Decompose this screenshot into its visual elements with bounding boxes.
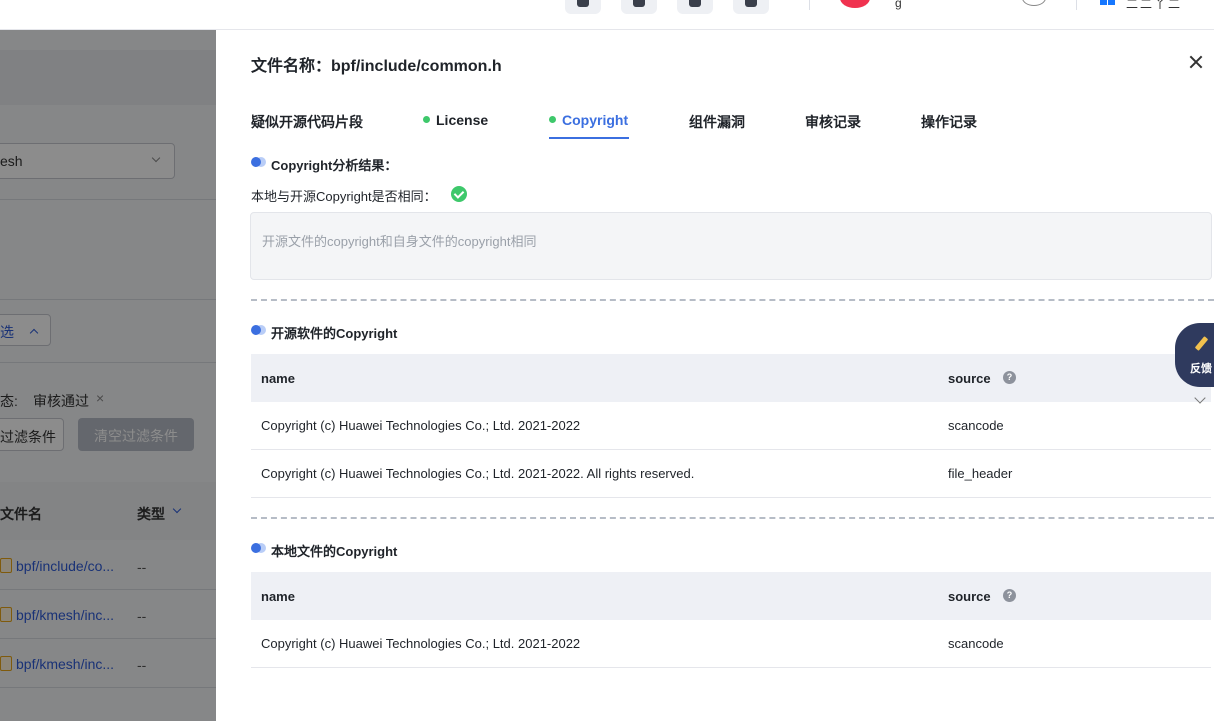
tab-review-records[interactable]: 审核记录 [805, 112, 861, 132]
help-icon [745, 0, 757, 7]
copyright-name: Copyright (c) Huawei Technologies Co.; L… [261, 466, 695, 481]
local-copyright-table: name source ? Copyright (c) Huawei Techn… [251, 572, 1211, 668]
dashed-divider [251, 517, 1214, 519]
close-icon[interactable] [1187, 53, 1205, 71]
tab-snippets[interactable]: 疑似开源代码片段 [251, 112, 363, 132]
windows-logo-icon [1100, 0, 1118, 6]
question-icon[interactable]: ? [1003, 371, 1016, 384]
copyright-name: Copyright (c) Huawei Technologies Co.; L… [261, 418, 581, 433]
feedback-button[interactable]: 反馈 [1175, 323, 1214, 387]
drawer-title: 文件名称：bpf/include/common.h [251, 58, 502, 75]
local-section-title: 本地文件的Copyright [271, 544, 398, 559]
analysis-section-title: Copyright分析结果： [271, 158, 398, 173]
feedback-label: 反馈 [1190, 363, 1212, 375]
file-detail-drawer: 文件名称：bpf/include/common.h 疑似开源代码片段 Licen… [216, 30, 1214, 721]
status-dot-icon [549, 116, 556, 123]
toolbar-icon-button[interactable] [733, 0, 769, 14]
same-copyright-label: 本地与开源Copyright是否相同： [251, 189, 437, 204]
tab-copyright[interactable]: Copyright [549, 112, 628, 128]
column-header-name: name [261, 589, 295, 604]
table-header: name source ? [251, 354, 1211, 402]
opensource-copyright-table: name source ? Copyright (c) Huawei Techn… [251, 354, 1211, 498]
document-icon [633, 0, 645, 7]
tab-vulnerabilities[interactable]: 组件漏洞 [689, 112, 745, 132]
toolbar-icon-button[interactable] [677, 0, 713, 14]
status-dot-icon [423, 116, 430, 123]
top-bar: g 二二丫二 [0, 0, 1214, 30]
table-row: Copyright (c) Huawei Technologies Co.; L… [251, 402, 1211, 450]
section-marker-icon [251, 543, 267, 553]
avatar[interactable] [840, 0, 870, 8]
pencil-icon [1193, 336, 1209, 352]
tab-license[interactable]: License [423, 112, 488, 128]
copyright-source: scancode [948, 636, 1004, 651]
dashed-divider [251, 299, 1214, 301]
brand-text: 二二丫二 [1126, 0, 1183, 11]
notification-icon [577, 0, 589, 7]
table-row: Copyright (c) Huawei Technologies Co.; L… [251, 450, 1211, 498]
check-circle-icon [451, 186, 467, 202]
user-name[interactable]: g [895, 0, 902, 10]
analysis-result-text: 开源文件的copyright和自身文件的copyright相同 [262, 234, 537, 249]
modal-mask[interactable] [0, 30, 216, 721]
active-tab-indicator [549, 137, 629, 139]
section-marker-icon [251, 157, 267, 167]
copyright-source: scancode [948, 418, 1004, 433]
divider [809, 0, 810, 10]
column-header-name: name [261, 371, 295, 386]
opensource-section-title: 开源软件的Copyright [271, 326, 398, 341]
table-row: Copyright (c) Huawei Technologies Co.; L… [251, 620, 1211, 668]
copyright-source: file_header [948, 466, 1013, 481]
column-header-source: source [948, 589, 991, 604]
table-header: name source ? [251, 572, 1211, 620]
analysis-result-box: 开源文件的copyright和自身文件的copyright相同 [250, 212, 1212, 280]
toolbar-icon-button[interactable] [565, 0, 601, 14]
divider [1076, 0, 1077, 10]
tab-operation-records[interactable]: 操作记录 [921, 112, 977, 132]
copyright-name: Copyright (c) Huawei Technologies Co.; L… [261, 636, 581, 651]
question-icon[interactable]: ? [1003, 589, 1016, 602]
section-marker-icon [251, 325, 267, 335]
shield-icon [689, 0, 701, 7]
toolbar-icon-button[interactable] [621, 0, 657, 14]
theme-toggle-icon[interactable] [1022, 0, 1046, 6]
column-header-source: source [948, 371, 991, 386]
